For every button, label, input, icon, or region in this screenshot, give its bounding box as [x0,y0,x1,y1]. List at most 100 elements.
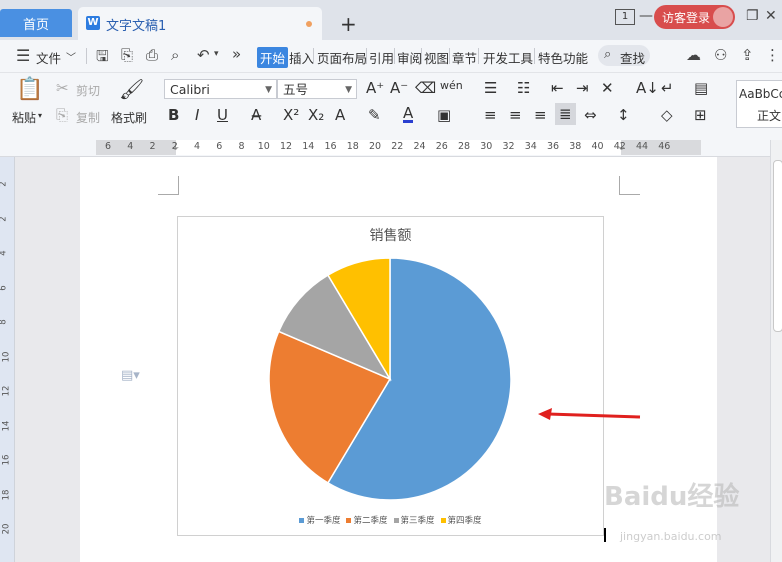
sort-icon[interactable]: A↓ [636,79,659,97]
tab-home[interactable]: 首页 [0,9,72,37]
login-button[interactable]: 访客登录 [654,5,735,29]
align-center-icon[interactable]: ≡ [509,106,522,124]
justify-icon[interactable]: ≣ [555,103,576,125]
hamburger-icon[interactable]: ☰ [16,46,30,65]
style-gallery[interactable]: AaBbCc 正文 [736,80,782,128]
menu-review[interactable]: 审阅 [397,48,422,67]
shrink-font-icon[interactable]: A⁻ [390,79,408,97]
underline-icon[interactable]: U [217,106,228,124]
paste-label[interactable]: 粘贴 [12,109,36,126]
font-name-select[interactable]: Calibri ▼ [164,79,277,99]
align-left-icon[interactable]: ≡ [484,106,497,124]
paste-icon[interactable]: 📋 [16,77,43,102]
ruler-tick-label: 46 [658,141,671,152]
decrease-indent-icon[interactable]: ⇤ [551,79,564,97]
align-right-icon[interactable]: ≡ [534,106,547,124]
ruler-tick-label: 2 [0,216,9,221]
divider [394,48,395,64]
print-icon[interactable]: ⎙ [146,46,158,64]
copy-label[interactable]: 复制 [76,109,100,126]
highlight-icon[interactable]: ✎ [368,106,381,124]
grow-font-icon[interactable]: A⁺ [366,79,384,97]
indent-marker-icon[interactable]: ⏚ [171,140,180,153]
legend-item[interactable]: 第四季度 [440,514,482,526]
font-size-select[interactable]: 五号 ▼ [277,79,357,99]
phonetic-guide-icon[interactable]: wén [440,79,463,92]
horizontal-ruler[interactable]: 6 4 2 2 4 6 8 10 12 14 16 18 20 22 24 26 28 30 32 34 36 38 40 4… [0,140,782,157]
menu-special[interactable]: 特色功能 [538,48,588,67]
cut-icon[interactable]: ✂ [56,79,69,97]
menu-page-layout[interactable]: 页面布局 [317,48,367,67]
format-painter-label[interactable]: 格式刷 [111,109,147,126]
menu-file[interactable]: 文件 [36,48,61,67]
copy-icon[interactable]: ⎘ [56,106,68,124]
text-effect-icon[interactable]: A [335,106,345,124]
format-painter-icon[interactable]: 🖌 [119,77,144,101]
table-icon[interactable]: ▤ [694,79,708,97]
export-pdf-icon[interactable]: ⎘ [121,46,133,64]
more-options-icon[interactable]: ⋮ [765,46,780,64]
new-tab-button[interactable]: + [340,12,357,36]
tab-document[interactable]: W 文字文稿1 [78,7,322,40]
tab-document-label: 文字文稿1 [106,19,167,34]
legend-item[interactable]: 第一季度 [299,514,340,526]
menu-view[interactable]: 视图 [424,48,449,67]
page-count-icon[interactable]: 1 [615,9,635,25]
print-preview-icon[interactable]: ⌕ [171,46,179,64]
divider [534,48,535,64]
ruler-tick-label: 6 [0,285,9,290]
search-button[interactable]: ⌕ 查找 [598,45,650,66]
ribbon: 📋 粘贴 ▾ ✂ 剪切 ⎘ 复制 🖌 格式刷 Calibri ▼ 五号 ▼ A⁺… [0,73,782,140]
increase-indent-icon[interactable]: ⇥ [576,79,589,97]
line-spacing-icon[interactable]: ↕ [617,106,630,124]
menu-developer[interactable]: 开发工具 [483,48,533,67]
close-icon[interactable]: ✕ [765,8,777,24]
distribute-icon[interactable]: ⇔ [584,106,597,124]
strikethrough-icon[interactable]: A̶ [251,106,261,124]
numbered-list-icon[interactable]: ☷ [517,79,530,97]
clear-format-icon[interactable]: ⌫ [415,79,436,97]
cloud-icon[interactable]: ☁ [686,46,701,64]
italic-icon[interactable]: I [195,106,199,124]
divider [449,48,450,64]
legend-swatch [440,518,446,523]
scrollbar-thumb[interactable] [773,160,782,332]
right-indent-marker-icon[interactable]: ⏚ [617,140,626,153]
undo-icon[interactable]: ↶ [197,46,210,64]
cut-label[interactable]: 剪切 [76,82,100,99]
ruler-tick-label: 2 [149,141,156,152]
menu-insert[interactable]: 插入 [289,48,314,67]
bold-icon[interactable]: B [168,106,179,124]
char-border-icon[interactable]: ▣ [437,106,451,124]
borders-icon[interactable]: ⊞ [694,106,707,124]
shading-icon[interactable]: ◇ [661,106,673,124]
ruler-tick-label: 16 [324,141,337,152]
menu-start[interactable]: 开始 [257,47,289,68]
font-color-icon[interactable]: A [403,106,414,123]
chinese-layout-icon[interactable]: ✕ [601,79,614,97]
restore-icon[interactable]: ❐ [746,8,759,24]
legend-swatch [299,518,305,523]
ruler-tick-label: 6 [104,141,112,152]
unsaved-dot-icon [306,21,312,27]
chevron-down-icon: ﹀ [66,53,76,64]
more-icon[interactable]: » [232,45,241,63]
minimize-icon[interactable]: — [639,8,653,24]
show-marks-icon[interactable]: ↵ [661,79,674,97]
subscript-icon[interactable]: X₂ [308,106,324,124]
legend-item[interactable]: 第二季度 [346,514,388,526]
undo-dropdown-icon[interactable]: ▾ [214,49,219,59]
paste-dropdown-icon[interactable]: ▾ [38,111,42,120]
menu-reference[interactable]: 引用 [369,48,394,67]
pie-chart[interactable]: 销售额 第一季度 第二季度 第三季度 第四季度 [177,216,604,536]
legend-item[interactable]: 第三季度 [393,514,435,526]
share-icon[interactable]: ⇪ [741,46,754,64]
search-icon: ⌕ [604,47,612,62]
bullet-list-icon[interactable]: ☰ [484,79,497,97]
superscript-icon[interactable]: X² [283,106,299,124]
menu-chapter[interactable]: 章节 [452,48,477,67]
vertical-ruler[interactable]: 2 2 4 6 8 10 12 14 16 18 20 [0,157,15,562]
save-icon[interactable]: 🖫 [96,46,109,71]
paragraph-handle-icon[interactable]: ▤▾ [121,368,140,383]
collaborate-icon[interactable]: ⚇ [714,46,727,64]
